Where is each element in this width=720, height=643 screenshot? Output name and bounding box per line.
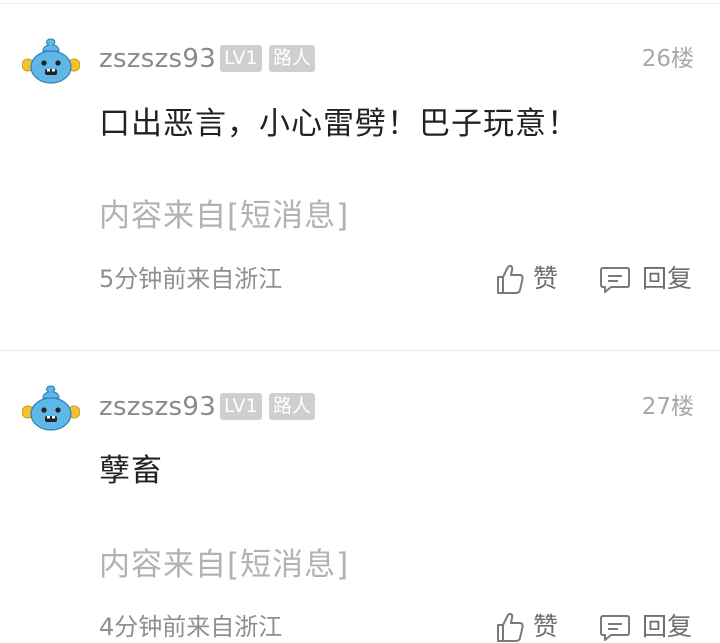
comment-content: 孽畜 xyxy=(99,453,163,489)
username[interactable]: zszszs93 xyxy=(99,392,216,422)
like-button[interactable]: 赞 xyxy=(495,262,565,296)
comment-bubble-icon xyxy=(600,267,630,293)
floor-number: 26楼 xyxy=(641,46,694,72)
role-badge: 路人 xyxy=(269,393,316,420)
username[interactable]: zszszs93 xyxy=(99,44,216,74)
thumbs-up-icon xyxy=(497,265,524,294)
level-badge: LV1 xyxy=(220,45,262,72)
like-label: 赞 xyxy=(533,612,559,641)
time-location: 5分钟前来自浙江 xyxy=(99,265,283,293)
comment-content: 口出恶言，小心雷劈！巴子玩意！ xyxy=(99,106,579,142)
comment-bubble-icon xyxy=(600,615,630,641)
floor-number: 27楼 xyxy=(641,394,694,420)
avatar-icon[interactable] xyxy=(22,382,80,432)
role-badge: 路人 xyxy=(269,45,316,72)
reply-label: 回复 xyxy=(642,612,693,641)
avatar-icon[interactable] xyxy=(22,35,80,85)
comment-item: zszszs93 LV1 路人 27楼 孽畜 内容来自[短消息] 4分钟前来自浙… xyxy=(0,351,720,642)
reply-label: 回复 xyxy=(642,264,693,293)
content-source: 内容来自[短消息] xyxy=(99,547,350,583)
like-button[interactable]: 赞 xyxy=(495,610,565,642)
comment-item: zszszs93 LV1 路人 26楼 口出恶言，小心雷劈！巴子玩意！ 内容来自… xyxy=(0,0,720,350)
time-location: 4分钟前来自浙江 xyxy=(99,613,283,641)
reply-button[interactable]: 回复 xyxy=(599,262,699,296)
like-label: 赞 xyxy=(533,264,559,293)
reply-button[interactable]: 回复 xyxy=(599,610,699,642)
thumbs-up-icon xyxy=(497,613,524,642)
level-badge: LV1 xyxy=(220,393,262,420)
content-source: 内容来自[短消息] xyxy=(99,198,350,234)
